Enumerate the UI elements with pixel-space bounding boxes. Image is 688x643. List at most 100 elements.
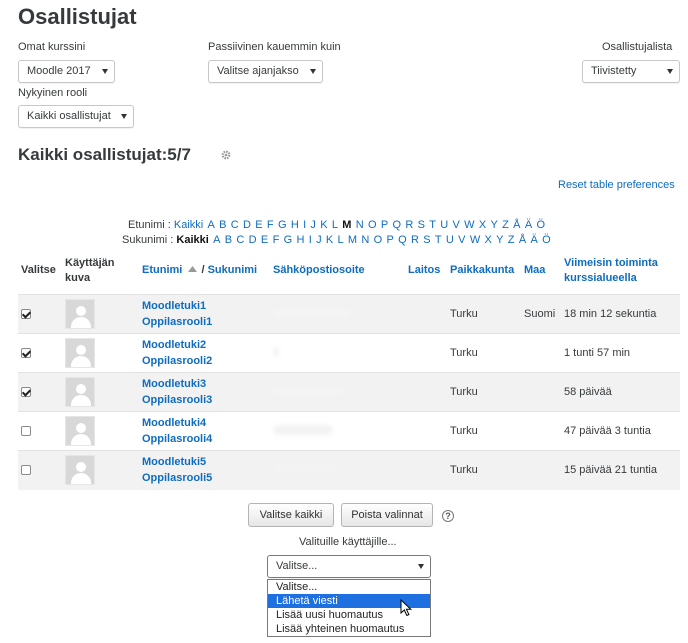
surname-initial-letter[interactable]: Ä — [530, 234, 537, 246]
firstname-initial-letter[interactable]: O — [368, 219, 377, 231]
surname-initial-letter[interactable]: H — [296, 234, 304, 246]
inactive-select[interactable]: Valitse ajanjakso — [208, 60, 323, 83]
surname-initial-letter[interactable]: M — [348, 234, 357, 246]
row-picture-cell — [62, 333, 139, 373]
row-checkbox[interactable] — [21, 309, 31, 320]
firstname-initial-letter[interactable]: D — [243, 219, 251, 231]
list-select-value: Tiivistetty — [591, 65, 637, 77]
surname-initial-letter[interactable]: Ö — [542, 234, 551, 246]
firstname-initial-letter[interactable]: G — [278, 219, 287, 231]
firstname-initial-letter[interactable]: K — [320, 219, 327, 231]
firstname-initial-letter[interactable]: S — [418, 219, 425, 231]
firstname-initial-letter[interactable]: I — [303, 219, 306, 231]
user-fullname-link[interactable]: Moodletuki5 Oppilasrooli5 — [142, 454, 267, 486]
firstname-initial-letter[interactable]: B — [219, 219, 226, 231]
surname-initial-letter[interactable]: Z — [508, 234, 515, 246]
firstname-initial-letter[interactable]: V — [453, 219, 460, 231]
surname-initial-letter[interactable]: W — [470, 234, 480, 246]
sort-surname-link[interactable]: Sukunimi — [208, 264, 258, 276]
firstname-initial-letter[interactable]: N — [356, 219, 364, 231]
row-checkbox[interactable] — [21, 387, 31, 398]
firstname-initial-letter[interactable]: A — [208, 219, 215, 231]
sort-lastaccess-link[interactable]: Viimeisin toiminta kurssialueella — [564, 257, 658, 284]
user-fullname-link[interactable]: Moodletuki3 Oppilasrooli3 — [142, 376, 267, 408]
email-redacted — [273, 346, 279, 357]
surname-initial-letter[interactable]: U — [446, 234, 454, 246]
surname-initial-letter[interactable]: S — [423, 234, 430, 246]
header-email: Sähköpostiosoite — [270, 252, 405, 295]
sort-country-link[interactable]: Maa — [524, 264, 545, 276]
surname-initial-letter[interactable]: K — [326, 234, 333, 246]
default-user-icon[interactable] — [65, 377, 95, 407]
surname-initial-letter[interactable]: O — [374, 234, 383, 246]
user-fullname-link[interactable]: Moodletuki2 Oppilasrooli2 — [142, 337, 267, 369]
firstname-initial-letter[interactable]: L — [332, 219, 338, 231]
list-select[interactable]: Tiivistetty — [582, 60, 680, 83]
surname-initial-letter[interactable]: Q — [398, 234, 407, 246]
sort-city-link[interactable]: Paikkakunta — [450, 264, 514, 276]
gear-icon[interactable] — [221, 150, 231, 160]
firstname-initial-letter[interactable]: U — [440, 219, 448, 231]
surname-initial-letter[interactable]: B — [225, 234, 232, 246]
surname-initial-letter[interactable]: G — [284, 234, 293, 246]
row-checkbox[interactable] — [21, 465, 31, 476]
surname-initial-letter[interactable]: J — [316, 234, 322, 246]
surname-initial-letter[interactable]: I — [309, 234, 312, 246]
surname-initial-letter[interactable]: Å — [519, 234, 526, 246]
option-item[interactable]: Valitse... — [268, 580, 430, 594]
surname-initial-letter[interactable]: L — [338, 234, 344, 246]
surname-initial-letter[interactable]: Y — [496, 234, 503, 246]
surname-initial-letter[interactable]: P — [387, 234, 394, 246]
courses-label: Omat kurssini — [18, 41, 86, 53]
firstname-initial-letter[interactable]: Q — [393, 219, 402, 231]
surname-initial-letter[interactable]: N — [361, 234, 369, 246]
firstname-initial-letter[interactable]: Z — [502, 219, 509, 231]
sort-department-link[interactable]: Laitos — [408, 264, 440, 276]
sort-email-link[interactable]: Sähköpostiosoite — [273, 264, 365, 276]
surname-initial-letter[interactable]: T — [435, 234, 442, 246]
firstname-initial-letter[interactable]: F — [267, 219, 274, 231]
user-fullname-link[interactable]: Moodletuki1 Oppilasrooli1 — [142, 298, 267, 330]
firstname-initial-letter[interactable]: H — [291, 219, 299, 231]
row-checkbox[interactable] — [21, 348, 31, 359]
help-icon[interactable]: ? — [442, 510, 454, 522]
surname-initial-letter[interactable]: V — [458, 234, 465, 246]
user-fullname-link[interactable]: Moodletuki4 Oppilasrooli4 — [142, 415, 267, 447]
surname-initial-letter[interactable]: A — [213, 234, 220, 246]
select-all-button[interactable]: Valitse kaikki — [248, 503, 334, 527]
firstname-initial-letter[interactable]: X — [479, 219, 486, 231]
surname-initial-letter[interactable]: R — [411, 234, 419, 246]
firstname-initial-letter[interactable]: Y — [491, 219, 498, 231]
firstname-initial-letter[interactable]: Ö — [536, 219, 545, 231]
firstname-initial-letter[interactable]: T — [429, 219, 436, 231]
firstname-initial-all[interactable]: Kaikki — [174, 219, 203, 231]
surname-initial-letter[interactable]: F — [273, 234, 280, 246]
reset-table-preferences-link[interactable]: Reset table preferences — [558, 179, 675, 191]
firstname-initial-letter[interactable]: W — [464, 219, 474, 231]
firstname-initial-letter[interactable]: J — [310, 219, 316, 231]
firstname-initial-letter[interactable]: P — [381, 219, 388, 231]
surname-initial-letter[interactable]: D — [249, 234, 257, 246]
firstname-initial-letter[interactable]: C — [231, 219, 239, 231]
user-firstname: Moodletuki4 — [142, 417, 207, 429]
role-select[interactable]: Kaikki osallistujat — [18, 105, 134, 128]
firstname-initial-letter[interactable]: R — [405, 219, 413, 231]
courses-select[interactable]: Moodle 2017 — [18, 60, 115, 83]
default-user-icon[interactable] — [65, 299, 95, 329]
sort-firstname-link[interactable]: Etunimi — [142, 264, 182, 276]
default-user-icon[interactable] — [65, 416, 95, 446]
option-item[interactable]: Lisää yhteinen huomautus — [268, 622, 430, 636]
row-picture-cell — [62, 450, 139, 490]
surname-initial-letter[interactable]: C — [236, 234, 244, 246]
with-selected-select[interactable]: Valitse... — [267, 555, 431, 578]
firstname-initial-letter[interactable]: Ä — [525, 219, 532, 231]
row-country-cell — [521, 450, 561, 490]
surname-initial-letter[interactable]: X — [485, 234, 492, 246]
default-user-icon[interactable] — [65, 455, 95, 486]
default-user-icon[interactable] — [65, 338, 95, 368]
surname-initial-letter[interactable]: E — [261, 234, 268, 246]
deselect-all-button[interactable]: Poista valinnat — [341, 503, 433, 527]
firstname-initial-letter[interactable]: E — [255, 219, 262, 231]
firstname-initial-letter[interactable]: Å — [513, 219, 520, 231]
row-checkbox[interactable] — [21, 426, 31, 437]
